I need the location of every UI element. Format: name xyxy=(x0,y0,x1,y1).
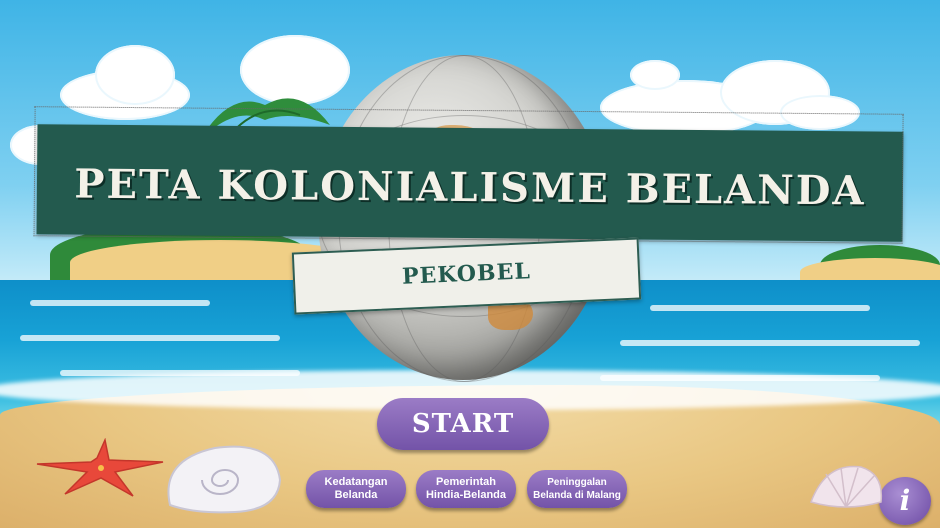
starfish-icon xyxy=(36,438,164,497)
pemerintah-hindia-belanda-label: Pemerintah Hindia-Belanda xyxy=(425,476,507,501)
scallop-shell-icon xyxy=(810,465,883,508)
subtitle: PEKOBEL xyxy=(401,258,532,290)
page-title: PETA KOLONIALISME BELANDA xyxy=(74,160,866,215)
peninggalan-belanda-label: Peninggalan Belanda di Malang xyxy=(533,477,621,501)
seashell-icon xyxy=(167,445,282,514)
cloud xyxy=(95,45,175,105)
cloud xyxy=(630,60,680,90)
kedatangan-belanda-label: Kedatangan Belanda xyxy=(324,476,388,501)
pemerintah-hindia-belanda-button[interactable]: Pemerintah Hindia-Belanda xyxy=(416,470,516,508)
peninggalan-belanda-button[interactable]: Peninggalan Belanda di Malang xyxy=(527,470,627,508)
game-stage: PETA KOLONIALISME BELANDA PEKOBEL START … xyxy=(0,0,940,528)
kedatangan-belanda-button[interactable]: Kedatangan Belanda xyxy=(306,470,406,508)
title-banner: PETA KOLONIALISME BELANDA xyxy=(33,106,904,244)
info-icon[interactable]: i xyxy=(879,477,931,525)
start-button[interactable]: START xyxy=(377,398,549,450)
